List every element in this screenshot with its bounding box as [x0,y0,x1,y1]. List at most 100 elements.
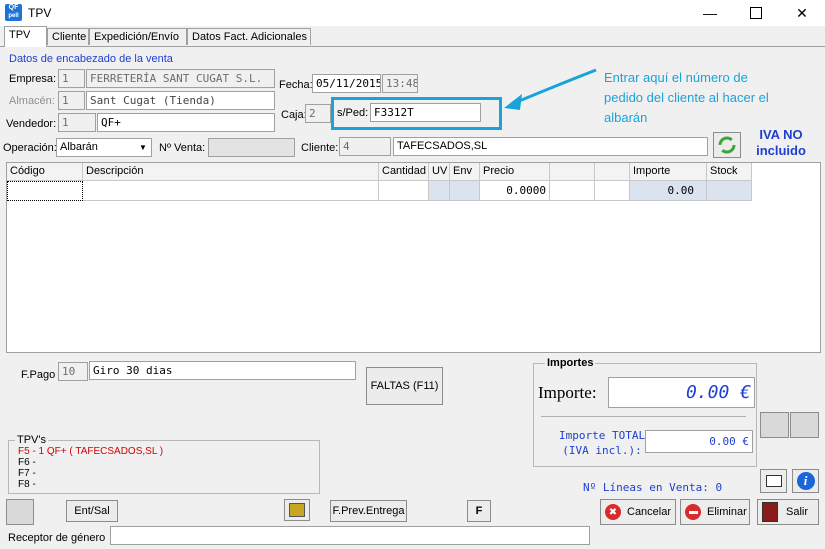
tab-cliente[interactable]: Cliente [47,28,89,45]
iva-note: IVA NO incluido [756,127,806,158]
caja-label: Caja: [281,109,307,121]
col-extra-2[interactable] [595,163,630,181]
cancel-icon: ✖ [605,504,621,520]
refresh-button[interactable] [713,132,741,158]
info-button[interactable]: i [792,469,819,493]
empresa-code-field[interactable]: 1 [58,69,85,88]
print-button[interactable] [760,469,787,493]
salir-button[interactable]: Salir [757,499,819,525]
cell-importe[interactable]: 0.00 [630,181,707,201]
col-cantidad[interactable]: Cantidad [379,163,429,181]
receptor-field[interactable] [110,526,590,545]
delete-icon [685,504,701,520]
cash-register-icon [289,503,305,517]
tpv-line-f8[interactable]: F8 - [18,479,163,490]
importes-title: Importes [545,357,596,369]
cell-codigo[interactable] [7,181,83,201]
window-title: TPV [28,6,52,20]
tpv-list: F5 - 1 QF+ ( TAFECSADOS,SL ) F6 - F7 - F… [18,446,163,490]
importes-divider [541,416,746,417]
vendedor-code-field[interactable]: 1 [58,113,96,132]
sped-field[interactable]: F3312T [370,103,481,122]
info-icon: i [796,472,815,490]
ent-sal-button[interactable]: Ent/Sal [66,500,118,522]
lineas-count: Nº Líneas en Venta: 0 [583,481,723,494]
cliente-name-field[interactable]: TAFECSADOS,SL [393,137,708,156]
fpago-label: F.Pago [21,369,56,381]
register-button[interactable] [284,499,310,521]
col-uv[interactable]: UV [429,163,450,181]
operacion-label: Operación: [3,142,57,154]
operacion-value: Albarán [60,141,98,153]
fprev-entrega-button[interactable]: F.Prev.Entrega [330,500,407,522]
cell-env[interactable] [450,181,480,201]
cliente-label: Cliente: [301,142,339,154]
maximize-icon[interactable] [733,0,779,26]
cell-cantidad[interactable] [379,181,429,201]
importe-value: 0.00 € [608,377,755,408]
vendedor-label: Vendedor: [6,118,57,130]
tab-tpv[interactable]: TPV [4,26,47,47]
col-precio[interactable]: Precio [480,163,550,181]
almacen-name-field[interactable]: Sant Cugat (Tienda) [86,91,275,110]
col-env[interactable]: Env [450,163,480,181]
tpvs-title: TPV's [15,434,48,446]
caja-field[interactable]: 2 [305,104,331,123]
sped-label: s/Ped: [337,107,369,119]
cell-extra-2[interactable] [595,181,630,201]
cell-stock[interactable] [707,181,752,201]
cancelar-button[interactable]: ✖ Cancelar [600,499,676,525]
tab-strip-line [0,46,825,47]
cell-precio[interactable]: 0.0000 [480,181,550,201]
exit-door-icon [762,502,778,522]
side-button-1[interactable] [760,412,789,438]
tpv-line-f6[interactable]: F6 - [18,457,163,468]
cell-uv[interactable] [429,181,450,201]
eliminar-button[interactable]: Eliminar [680,499,750,525]
fpago-desc-field[interactable]: Giro 30 dias [89,361,356,380]
side-button-2[interactable] [790,412,819,438]
tpv-line-f7[interactable]: F7 - [18,468,163,479]
faltas-button[interactable]: FALTAS (F11) [366,367,443,405]
tab-expedicion[interactable]: Expedición/Envío [89,28,187,45]
cancelar-label: Cancelar [627,506,672,518]
importe-total-label-1: Importe TOTAL [559,429,646,442]
importe-total-label-2: (IVA incl.): [562,444,642,457]
cell-extra-1[interactable] [550,181,595,201]
vendedor-name-field[interactable]: QF+ [97,113,275,132]
minimize-icon[interactable]: — [687,0,733,26]
callout-text: Entrar aquí el número de pedido del clie… [604,70,769,125]
fecha-label: Fecha: [279,79,313,91]
almacen-label: Almacén: [9,95,55,107]
salir-label: Salir [786,506,809,518]
tpv-line-f5[interactable]: F5 - 1 QF+ ( TAFECSADOS,SL ) [18,446,163,457]
section-title: Datos de encabezado de la venta [9,53,173,65]
nventa-field[interactable] [208,138,295,157]
importe-total-label: Importe TOTAL (IVA incl.): [559,428,645,458]
col-extra-1[interactable] [550,163,595,181]
eliminar-label: Eliminar [707,506,747,518]
cell-descripcion[interactable] [83,181,379,201]
refresh-icon [718,136,736,154]
app-logo-icon: QF pell [5,4,22,21]
importe-total-value: 0.00 € [645,430,753,453]
receptor-label: Receptor de género [8,532,106,544]
fpago-code-field[interactable]: 10 [58,362,88,381]
col-codigo[interactable]: Código [7,163,83,181]
hora-field[interactable]: 13:48 [382,74,418,93]
nventa-label: Nº Venta: [159,142,206,154]
blank-button[interactable] [6,499,34,525]
close-icon[interactable]: ✕ [779,0,825,26]
empresa-name-field[interactable]: FERRETERÍA SANT CUGAT S.L. [86,69,275,88]
col-importe[interactable]: Importe [630,163,707,181]
lines-grid[interactable]: Código Descripción Cantidad UV Env Preci… [6,162,821,353]
almacen-code-field[interactable]: 1 [58,91,85,110]
f-button[interactable]: F [467,500,491,522]
col-stock[interactable]: Stock [707,163,752,181]
importe-label: Importe: [538,383,597,402]
chevron-down-icon[interactable]: ▼ [135,139,151,156]
tab-datos-fact[interactable]: Datos Fact. Adicionales [187,28,311,45]
col-descripcion[interactable]: Descripción [83,163,379,181]
cliente-code-field[interactable]: 4 [339,137,391,156]
fecha-field[interactable]: 05/11/2015 [312,74,381,93]
